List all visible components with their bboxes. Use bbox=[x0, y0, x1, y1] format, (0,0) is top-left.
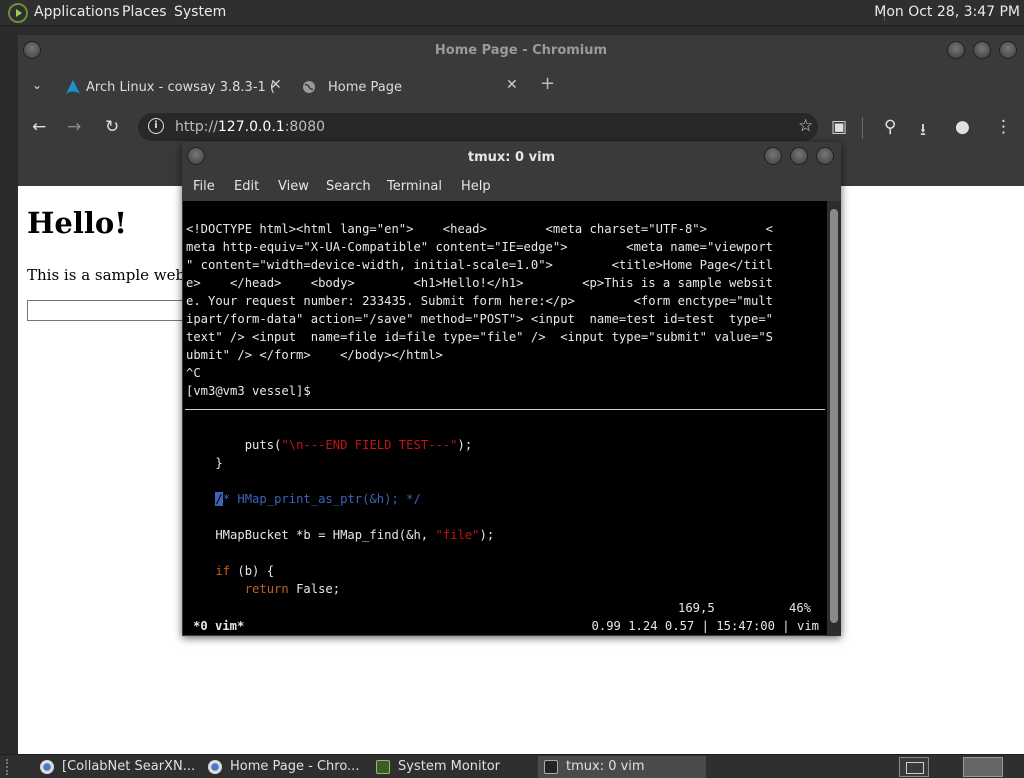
shell-output-line: meta http-equiv="X-UA-Compatible" conten… bbox=[186, 240, 773, 254]
vim-cursor: / bbox=[215, 492, 223, 506]
labs-flask-icon[interactable]: ⚲ bbox=[884, 117, 896, 137]
minimize-button[interactable] bbox=[947, 41, 965, 59]
tab-close-icon[interactable]: ✕ bbox=[270, 77, 282, 93]
tmux-status-right: 0.99 1.24 0.57 | 15:47:00 | vim bbox=[591, 619, 819, 633]
menu-help[interactable]: Help bbox=[461, 179, 491, 194]
system-menu[interactable]: System bbox=[174, 4, 226, 20]
taskbar: [CollabNet SearXN... Home Page - Chro...… bbox=[0, 754, 1024, 778]
profile-icon[interactable]: ● bbox=[955, 117, 970, 137]
code-line: return False; bbox=[244, 582, 341, 596]
tab-search-chevron-icon[interactable]: ⌄ bbox=[32, 78, 42, 92]
terminal-scrollbar[interactable] bbox=[827, 201, 841, 636]
task-tmux-vim[interactable]: tmux: 0 vim bbox=[538, 756, 706, 778]
chromium-icon bbox=[208, 760, 222, 774]
close-window-button[interactable] bbox=[816, 147, 834, 165]
arch-logo-icon bbox=[66, 80, 80, 94]
url-text[interactable]: http://127.0.0.1:8080 bbox=[175, 119, 325, 135]
extensions-icon[interactable]: ▣ bbox=[831, 117, 847, 137]
terminal-icon bbox=[544, 760, 558, 774]
address-bar[interactable]: i http://127.0.0.1:8080 ☆ bbox=[138, 113, 818, 141]
clock[interactable]: Mon Oct 28, 3:47 PM bbox=[874, 4, 1020, 20]
maximize-button[interactable] bbox=[790, 147, 808, 165]
shell-output-line: e. Your request number: 233435. Submit f… bbox=[186, 294, 773, 308]
terminal-menubar: File Edit View Search Terminal Help bbox=[182, 172, 841, 201]
tab-arch-linux[interactable]: Arch Linux - cowsay 3.8.3-1 ( ✕ bbox=[58, 71, 290, 103]
site-info-icon[interactable]: i bbox=[148, 118, 164, 134]
shell-prompt: [vm3@vm3 vessel]$ bbox=[186, 384, 311, 398]
maximize-button[interactable] bbox=[973, 41, 991, 59]
terminal-screen[interactable]: <!DOCTYPE html><html lang="en"> <head> <… bbox=[183, 201, 827, 635]
chromium-window-title: Home Page - Chromium bbox=[434, 43, 608, 58]
more-menu-icon[interactable]: ⋮ bbox=[995, 117, 1012, 137]
task-home-page-chromium[interactable]: Home Page - Chro... bbox=[202, 756, 364, 778]
menu-search[interactable]: Search bbox=[326, 179, 371, 194]
reload-icon[interactable]: ↻ bbox=[105, 117, 119, 137]
tmux-window-list[interactable]: *0 vim* bbox=[193, 617, 244, 635]
toolbar-divider bbox=[862, 117, 863, 139]
vim-ruler-percent: 46% bbox=[789, 601, 812, 615]
code-line: if (b) { bbox=[215, 564, 275, 578]
tab-label: Home Page bbox=[328, 80, 402, 95]
workspace-switcher[interactable] bbox=[963, 757, 1003, 777]
forward-icon[interactable]: → bbox=[67, 117, 81, 137]
show-desktop-icon[interactable] bbox=[899, 757, 929, 777]
places-menu[interactable]: Places bbox=[122, 4, 167, 20]
vim-ruler-position: 169,5 bbox=[678, 601, 715, 615]
bookmark-star-icon[interactable]: ☆ bbox=[798, 116, 813, 136]
shell-output-line: ubmit" /> </form> </body></html> bbox=[186, 348, 443, 362]
globe-icon bbox=[303, 81, 315, 93]
applications-menu-icon[interactable] bbox=[8, 3, 28, 23]
tmux-status-bar: *0 vim* 0.99 1.24 0.57 | 15:47:00 | vim bbox=[183, 617, 827, 635]
shell-output-line: ipart/form-data" action="/save" method="… bbox=[186, 312, 773, 326]
code-line: } bbox=[186, 456, 223, 470]
back-icon[interactable]: ← bbox=[32, 117, 46, 137]
code-line: /* HMap_print_as_ptr(&h); */ bbox=[215, 492, 421, 506]
tab-strip: ⌄ Arch Linux - cowsay 3.8.3-1 ( ✕ Home P… bbox=[18, 67, 1024, 105]
close-window-button[interactable] bbox=[999, 41, 1017, 59]
menu-edit[interactable]: Edit bbox=[234, 179, 259, 194]
system-monitor-icon bbox=[376, 760, 390, 774]
test-text-input[interactable] bbox=[27, 300, 187, 321]
new-tab-icon[interactable]: + bbox=[540, 73, 555, 94]
shell-output-line: ^C bbox=[186, 366, 201, 380]
menu-view[interactable]: View bbox=[278, 179, 309, 194]
terminal-window: tmux: 0 vim File Edit View Search Termin… bbox=[182, 142, 841, 636]
terminal-window-title: tmux: 0 vim bbox=[467, 150, 556, 165]
terminal-titlebar[interactable]: tmux: 0 vim bbox=[182, 142, 841, 172]
tab-close-icon[interactable]: ✕ bbox=[506, 77, 518, 93]
scrollbar-thumb[interactable] bbox=[830, 209, 838, 623]
shell-output-line: " content="width=device-width, initial-s… bbox=[186, 258, 773, 272]
chromium-titlebar[interactable]: Home Page - Chromium bbox=[18, 35, 1024, 67]
taskbar-handle bbox=[6, 759, 9, 775]
minimize-button[interactable] bbox=[764, 147, 782, 165]
menu-terminal[interactable]: Terminal bbox=[387, 179, 442, 194]
code-line: HMapBucket *b = HMap_find(&h, "file"); bbox=[186, 528, 495, 542]
shell-output-line: text" /> <input name=file id=file type="… bbox=[186, 330, 773, 344]
code-line: puts("\n---END FIELD TEST---"); bbox=[186, 438, 473, 452]
chromium-icon bbox=[40, 760, 54, 774]
shell-output-line: <!DOCTYPE html><html lang="en"> <head> <… bbox=[186, 222, 773, 236]
download-icon[interactable]: ⭳ bbox=[920, 117, 926, 146]
tmux-pane-divider bbox=[185, 409, 825, 410]
page-heading: Hello! bbox=[27, 206, 127, 240]
tab-label: Arch Linux - cowsay 3.8.3-1 ( bbox=[86, 80, 275, 95]
menu-file[interactable]: File bbox=[193, 179, 215, 194]
shell-output-line: e> </head> <body> <h1>Hello!</h1> <p>Thi… bbox=[186, 276, 773, 290]
top-panel: Applications Places System Mon Oct 28, 3… bbox=[0, 0, 1024, 26]
task-collabnet-searxng[interactable]: [CollabNet SearXN... bbox=[34, 756, 196, 778]
task-system-monitor[interactable]: System Monitor bbox=[370, 756, 532, 778]
applications-menu[interactable]: Applications bbox=[34, 4, 120, 20]
tab-home-page[interactable]: Home Page ✕ bbox=[294, 71, 522, 103]
